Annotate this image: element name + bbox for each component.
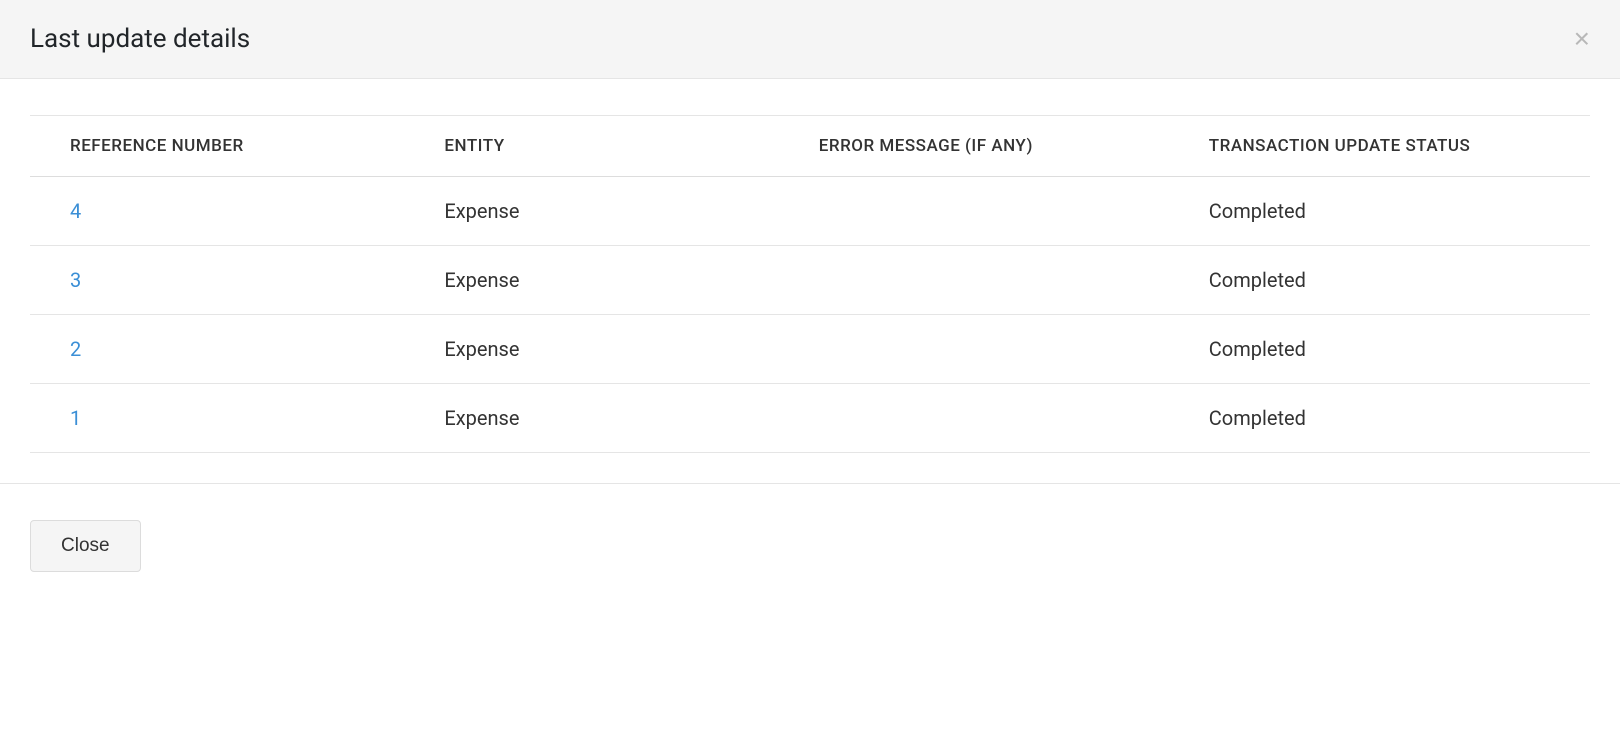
modal-body: REFERENCE NUMBER ENTITY ERROR MESSAGE (I… [0,115,1620,483]
cell-entity: Expense [404,315,778,384]
cell-status: Completed [1169,246,1590,315]
column-header-entity: ENTITY [404,116,778,177]
modal-header: Last update details × [0,0,1620,79]
reference-link[interactable]: 3 [70,268,81,292]
cell-status: Completed [1169,177,1590,246]
cell-reference: 4 [30,177,404,246]
close-button[interactable]: Close [30,520,141,572]
cell-error [779,177,1169,246]
cell-error [779,246,1169,315]
cell-reference: 3 [30,246,404,315]
cell-reference: 2 [30,315,404,384]
modal-title: Last update details [30,24,250,54]
cell-entity: Expense [404,246,778,315]
cell-error [779,384,1169,453]
table-row: 2 Expense Completed [30,315,1590,384]
cell-entity: Expense [404,384,778,453]
update-details-table: REFERENCE NUMBER ENTITY ERROR MESSAGE (I… [30,115,1590,453]
table-row: 3 Expense Completed [30,246,1590,315]
column-header-reference: REFERENCE NUMBER [30,116,404,177]
table-header-row: REFERENCE NUMBER ENTITY ERROR MESSAGE (I… [30,116,1590,177]
cell-reference: 1 [30,384,404,453]
reference-link[interactable]: 2 [70,337,81,361]
cell-entity: Expense [404,177,778,246]
cell-status: Completed [1169,315,1590,384]
cell-error [779,315,1169,384]
column-header-error: ERROR MESSAGE (IF ANY) [779,116,1169,177]
table-row: 4 Expense Completed [30,177,1590,246]
cell-status: Completed [1169,384,1590,453]
modal-footer: Close [0,483,1620,608]
table-row: 1 Expense Completed [30,384,1590,453]
reference-link[interactable]: 4 [70,199,81,223]
close-icon[interactable]: × [1574,25,1590,53]
reference-link[interactable]: 1 [70,406,81,430]
column-header-status: TRANSACTION UPDATE STATUS [1169,116,1590,177]
